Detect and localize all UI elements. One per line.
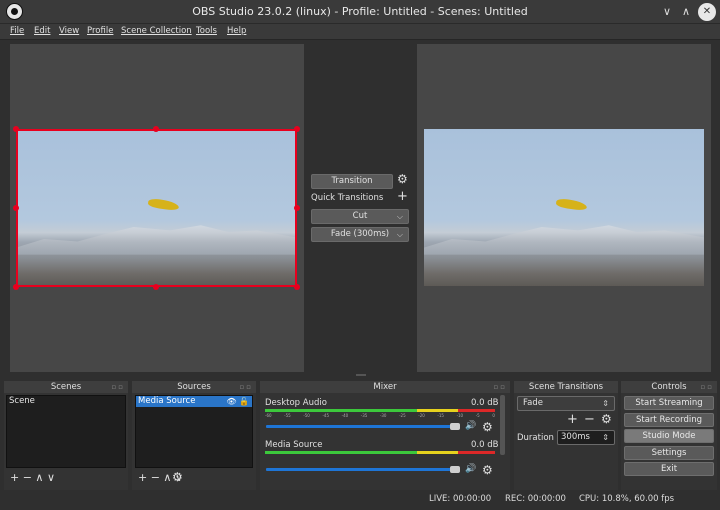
cut-dropdown[interactable]: Cut ⌵ — [311, 209, 409, 224]
chevron-down-icon: ⌵ — [396, 230, 403, 239]
menu-tools[interactable]: Tools — [196, 26, 217, 36]
dock-float-close-icon[interactable]: ▫▫ — [701, 381, 715, 393]
meter-ticks: -60 -55 -50 -45 -40 -35 -30 -25 -20 -15 -10 -5 0 — [265, 413, 495, 418]
selection-box[interactable] — [16, 129, 297, 287]
quick-transitions-label: Quick Transitions — [311, 193, 384, 203]
rec-status: REC: 00:00:00 — [505, 494, 566, 504]
scenes-dock-header: Scenes ▫▫ — [4, 381, 128, 393]
source-item-label: Media Source — [138, 396, 196, 406]
audio-meter — [265, 409, 495, 412]
dock-float-close-icon[interactable]: ▫▫ — [494, 381, 508, 393]
chevron-down-icon: ⌵ — [396, 212, 403, 221]
add-quick-transition-button[interactable]: + — [397, 189, 408, 204]
scene-transitions-dock-header: Scene Transitions — [514, 381, 618, 393]
menu-bar: File Edit View Profile Scene Collection … — [0, 24, 720, 40]
dock-float-close-icon[interactable]: ▫▫ — [112, 381, 126, 393]
track-settings-gear-icon[interactable]: ⚙ — [482, 420, 493, 434]
speaker-icon[interactable]: 🔊 — [465, 464, 476, 474]
cpu-status: CPU: 10.8%, 60.00 fps — [579, 494, 675, 504]
mixer-track-level: 0.0 dB — [471, 440, 499, 450]
transition-type-value: Fade — [523, 398, 543, 408]
mixer-scrollbar[interactable] — [500, 395, 505, 455]
maximize-button[interactable]: ∧ — [677, 3, 695, 21]
sources-dock-title: Sources — [177, 382, 211, 392]
sources-list[interactable]: Media Source 👁 🔓 — [135, 395, 253, 468]
transition-button[interactable]: Transition — [311, 174, 393, 189]
spin-arrows-icon[interactable]: ⇕ — [602, 431, 609, 444]
resize-handle[interactable] — [13, 284, 19, 290]
scenes-list[interactable]: Scene — [6, 395, 126, 468]
source-properties-gear-icon[interactable]: ⚙ — [172, 470, 183, 484]
menu-profile[interactable]: Profile — [87, 26, 113, 36]
resize-handle[interactable] — [294, 205, 300, 211]
title-bar: OBS Studio 23.0.2 (linux) - Profile: Unt… — [0, 0, 720, 24]
transition-type-select[interactable]: Fade ⇕ — [517, 396, 615, 411]
close-button[interactable]: ✕ — [698, 3, 716, 21]
sources-dock-header: Sources ▫▫ — [132, 381, 256, 393]
menu-file[interactable]: File — [10, 26, 24, 36]
track-settings-gear-icon[interactable]: ⚙ — [482, 463, 493, 477]
start-streaming-button[interactable]: Start Streaming — [624, 396, 714, 410]
source-item[interactable]: Media Source 👁 🔓 — [136, 396, 252, 407]
menu-edit[interactable]: Edit — [34, 26, 50, 36]
speaker-icon[interactable]: 🔊 — [465, 421, 476, 431]
duration-label: Duration — [517, 433, 554, 443]
visibility-eye-icon lock-icon[interactable]: 👁 🔓 — [226, 396, 249, 407]
studio-mode-button[interactable]: Studio Mode — [624, 429, 714, 443]
mixer-track-level: 0.0 dB — [471, 398, 499, 408]
scenes-toolbar[interactable]: + − ∧ ∨ — [10, 471, 55, 484]
volume-slider[interactable] — [266, 425, 452, 428]
menu-scene-collection[interactable]: Scene Collection — [121, 26, 192, 36]
menu-view[interactable]: View — [59, 26, 79, 36]
resize-handle[interactable] — [13, 205, 19, 211]
duration-spinbox[interactable]: 300ms ⇕ — [557, 430, 615, 445]
resize-handle[interactable] — [294, 284, 300, 290]
mixer-dock-header: Mixer ▫▫ — [260, 381, 510, 393]
resize-handle[interactable] — [13, 126, 19, 132]
scene-transitions-dock-title: Scene Transitions — [528, 382, 604, 392]
resize-handle[interactable] — [153, 126, 159, 132]
settings-button[interactable]: Settings — [624, 446, 714, 460]
scenes-dock-title: Scenes — [50, 382, 82, 392]
minimize-button[interactable]: ∨ — [658, 3, 676, 21]
audio-meter — [265, 451, 495, 454]
controls-dock-header: Controls ▫▫ — [621, 381, 717, 393]
scene-item[interactable]: Scene — [7, 396, 125, 407]
resize-handle[interactable] — [294, 126, 300, 132]
dock-float-close-icon[interactable]: ▫▫ — [240, 381, 254, 393]
mixer-track-name: Desktop Audio — [265, 398, 327, 408]
fade-dropdown[interactable]: Fade (300ms) ⌵ — [311, 227, 409, 242]
duration-value: 300ms — [561, 432, 590, 442]
cut-label: Cut — [352, 211, 368, 221]
chevron-updown-icon: ⇕ — [602, 399, 609, 408]
resize-handle[interactable] — [153, 284, 159, 290]
start-recording-button[interactable]: Start Recording — [624, 413, 714, 427]
splitter-handle[interactable] — [356, 374, 366, 376]
add-transition-button[interactable]: + — [567, 412, 578, 427]
remove-transition-button[interactable]: − — [584, 412, 595, 427]
preview-panel[interactable] — [10, 44, 304, 372]
volume-slider-knob[interactable] — [450, 423, 460, 430]
program-image — [424, 129, 704, 286]
fade-label: Fade (300ms) — [330, 229, 390, 239]
status-bar: LIVE: 00:00:00 REC: 00:00:00 CPU: 10.8%,… — [0, 490, 720, 510]
program-canvas — [424, 129, 704, 286]
transition-settings-gear-icon[interactable]: ⚙ — [397, 172, 408, 186]
exit-button[interactable]: Exit — [624, 462, 714, 476]
volume-slider[interactable] — [266, 468, 452, 471]
transition-properties-gear-icon[interactable]: ⚙ — [601, 412, 612, 426]
live-status: LIVE: 00:00:00 — [429, 494, 492, 504]
menu-help[interactable]: Help — [227, 26, 246, 36]
volume-slider-knob[interactable] — [450, 466, 460, 473]
controls-dock-title: Controls — [651, 382, 687, 392]
mixer-track-name: Media Source — [265, 440, 323, 450]
mixer-dock-title: Mixer — [373, 382, 397, 392]
window-title: OBS Studio 23.0.2 (linux) - Profile: Unt… — [192, 5, 528, 18]
program-panel — [417, 44, 711, 372]
